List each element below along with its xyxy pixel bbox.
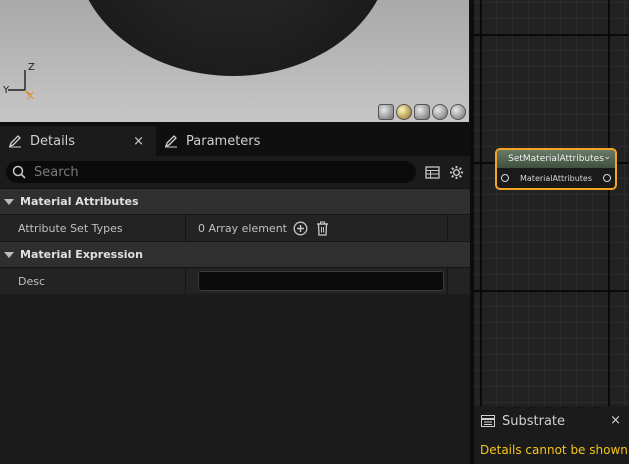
material-graph[interactable]: SetMaterialAttributes ⌄ MaterialAttribut…	[474, 0, 629, 406]
tab-parameters[interactable]: Parameters	[156, 126, 268, 156]
teapot-preview-icon[interactable]	[450, 104, 466, 120]
cylinder-preview-icon[interactable]	[378, 104, 394, 120]
material-editor: Z Y X Details × Parameters Search Materi…	[0, 0, 629, 464]
pencil-icon	[8, 134, 24, 148]
node-title: SetMaterialAttributes	[508, 154, 604, 164]
substrate-title: Substrate	[502, 413, 566, 429]
axis-z-label: Z	[28, 62, 35, 73]
gear-icon[interactable]	[448, 164, 464, 180]
search-icon	[12, 165, 26, 179]
category-material-expression[interactable]: Material Expression	[0, 241, 470, 267]
category-material-attributes[interactable]: Material Attributes	[0, 188, 470, 214]
pencil-icon	[164, 134, 180, 148]
tab-details[interactable]: Details ×	[0, 126, 156, 156]
row-tail	[448, 215, 470, 241]
substrate-panel: Substrate × Details cannot be shown: S	[474, 406, 629, 464]
row-tail	[448, 268, 470, 294]
preview-shape-buttons	[378, 104, 466, 120]
tab-bar: Details × Parameters	[0, 122, 470, 156]
cube-preview-icon[interactable]	[432, 104, 448, 120]
collapse-arrow-icon	[4, 251, 14, 258]
property-name: Attribute Set Types	[0, 215, 186, 241]
output-pin[interactable]	[603, 174, 611, 182]
property-value: 0 Array element	[186, 215, 448, 241]
axis-x-label: X	[27, 91, 34, 102]
node-body: MaterialAttributes	[497, 168, 615, 188]
table-view-icon[interactable]	[424, 164, 440, 180]
details-panel: Details × Parameters Search Material Att…	[0, 122, 470, 464]
sphere-preview-icon[interactable]	[396, 104, 412, 120]
search-row: Search	[0, 156, 470, 188]
preview-viewport[interactable]: Z Y X	[0, 0, 469, 122]
property-row: Desc	[0, 267, 470, 294]
axis-gizmo: Z Y X	[0, 60, 44, 110]
axis-y-label: Y	[3, 85, 10, 96]
collapse-arrow-icon	[4, 198, 14, 205]
category-label: Material Attributes	[20, 195, 139, 208]
desc-input[interactable]	[198, 271, 444, 291]
trash-icon[interactable]	[315, 220, 331, 236]
property-row: Attribute Set Types 0 Array element	[0, 214, 470, 241]
close-icon[interactable]: ×	[133, 134, 144, 149]
node-header[interactable]: SetMaterialAttributes ⌄	[497, 150, 615, 168]
add-element-icon[interactable]	[293, 220, 309, 236]
tab-parameters-label: Parameters	[186, 133, 261, 149]
set-material-attributes-node[interactable]: SetMaterialAttributes ⌄ MaterialAttribut…	[495, 148, 617, 190]
preview-sphere	[75, 0, 391, 76]
tab-details-label: Details	[30, 133, 76, 149]
array-control: 0 Array element	[198, 220, 331, 236]
search-input[interactable]: Search	[6, 161, 416, 183]
array-count-label: 0 Array element	[198, 221, 287, 235]
property-name: Desc	[0, 268, 186, 294]
pin-label: MaterialAttributes	[520, 173, 592, 183]
substrate-header[interactable]: Substrate ×	[474, 406, 629, 436]
plane-preview-icon[interactable]	[414, 104, 430, 120]
category-label: Material Expression	[20, 248, 143, 261]
property-value	[186, 268, 448, 294]
chevron-down-icon[interactable]: ⌄	[603, 152, 611, 162]
list-icon	[480, 413, 496, 429]
input-pin[interactable]	[501, 174, 509, 182]
substrate-message: Details cannot be shown: S	[480, 443, 629, 457]
close-icon[interactable]: ×	[610, 413, 621, 428]
search-placeholder: Search	[34, 164, 79, 180]
